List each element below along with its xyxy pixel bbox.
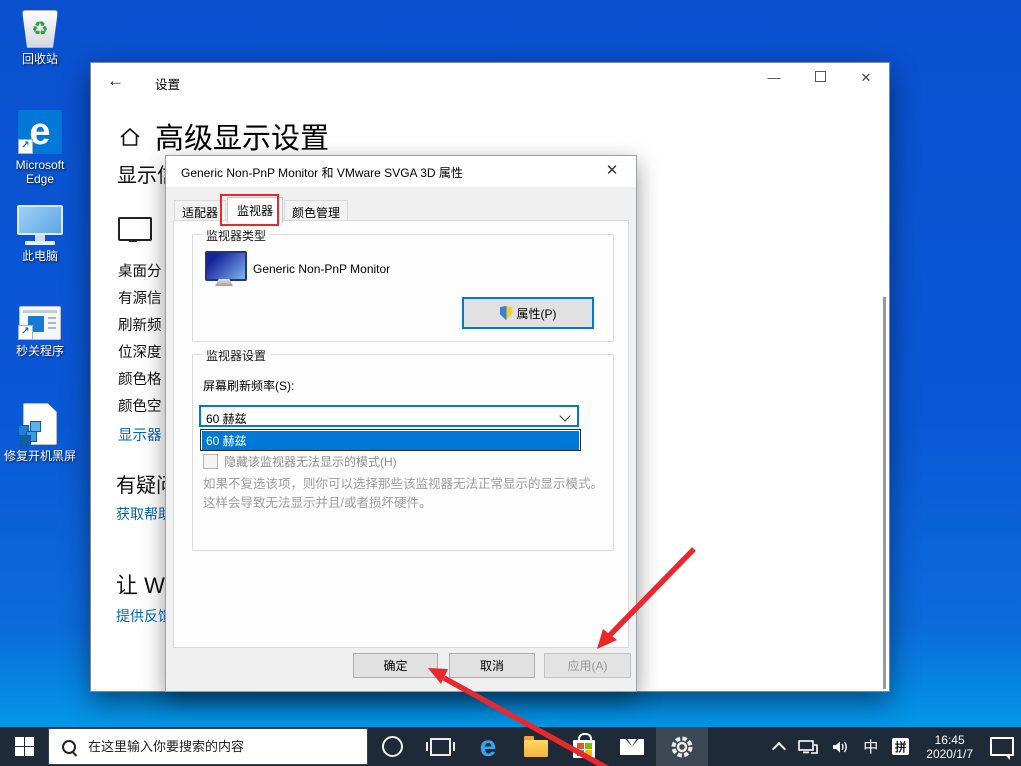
display-spec-row: 颜色格: [118, 372, 162, 388]
search-input[interactable]: [86, 738, 350, 755]
desktop-icon-quick-off-app[interactable]: ↗ 秒关程序: [0, 300, 80, 358]
monitor-device-name: Generic Non-PnP Monitor: [253, 262, 391, 276]
dialog-close-icon[interactable]: ✕: [602, 161, 622, 179]
desktop-icon-edge[interactable]: e ↗ Microsoft Edge: [0, 110, 80, 186]
app-window-icon: ↗: [18, 306, 62, 340]
annotation-red-box-monitor-tab: [220, 194, 279, 226]
display-adapter-link[interactable]: 显示器: [118, 424, 162, 445]
edge-icon: e: [479, 729, 497, 763]
properties-button[interactable]: 属性(P): [462, 297, 594, 329]
desktop-icon-label: 回收站: [21, 52, 58, 66]
groupbox-label: 监视器设置: [202, 347, 271, 364]
desktop-icon-recycle-bin[interactable]: ♻ 回收站: [0, 6, 80, 66]
warning-text: 如果不复选该项，则你可以选择那些该监视器无法正常显示的显示模式。 这样会导致无法…: [203, 477, 604, 510]
clock-date: 2020/1/7: [926, 746, 973, 761]
taskbar-clock[interactable]: 16:45 2020/1/7: [916, 727, 983, 766]
task-view-icon: [425, 737, 455, 756]
search-icon: [62, 739, 76, 754]
start-button[interactable]: [0, 727, 48, 766]
settings-window-title: 设置: [155, 78, 181, 92]
back-arrow-icon[interactable]: ←: [107, 71, 124, 91]
edge-icon: e ↗: [18, 110, 62, 154]
ok-button[interactable]: 确定: [353, 653, 438, 678]
display-spec-row: 位深度: [118, 345, 162, 361]
windows-logo-icon: [14, 737, 34, 756]
chevron-down-icon: [559, 410, 571, 422]
settings-taskbar-button-active[interactable]: [656, 727, 708, 766]
monitor-outline-icon: [118, 217, 152, 242]
display-spec-row: 有源信: [118, 291, 162, 307]
store-icon: [573, 733, 595, 758]
monitor-tab-panel: 监视器类型 Generic Non-PnP Monitor 属性(P) 监视器设…: [173, 220, 629, 648]
desktop-icon-label: 修复开机黑屏: [3, 449, 76, 463]
ime-language-indicator[interactable]: 中: [856, 727, 885, 766]
refresh-rate-combobox[interactable]: 60 赫兹: [199, 405, 579, 427]
system-tray: 中 拼 16:45 2020/1/7: [767, 727, 1021, 766]
monitor-properties-dialog: Generic Non-PnP Monitor 和 VMware SVGA 3D…: [165, 155, 637, 692]
display-spec-row: 颜色空: [118, 399, 162, 415]
hide-modes-checkbox: [203, 454, 218, 469]
volume-icon[interactable]: [825, 727, 856, 766]
give-feedback-link[interactable]: 提供反馈: [116, 606, 172, 626]
taskbar-edge-button[interactable]: e: [464, 727, 512, 766]
tray-chevron-up-icon[interactable]: [767, 727, 791, 766]
ime-mode-indicator[interactable]: 拼: [885, 727, 916, 766]
network-icon[interactable]: [791, 727, 825, 766]
monitor-device-icon: [205, 251, 247, 281]
feedback-heading: 让 Wi: [116, 573, 170, 598]
display-spec-row: 刷新频: [118, 318, 162, 334]
desktop-icon-label: 秒关程序: [15, 344, 64, 358]
monitor-type-groupbox: 监视器类型 Generic Non-PnP Monitor 属性(P): [192, 227, 614, 342]
action-center-icon: [990, 737, 1014, 760]
clock-time: 16:45: [934, 732, 965, 747]
cancel-button[interactable]: 取消: [449, 653, 535, 678]
desktop-icon-fix-black-screen[interactable]: 修复开机黑屏: [0, 401, 80, 463]
shortcut-arrow-icon: ↗: [18, 139, 33, 154]
desktop-icon-label: 此电脑: [21, 249, 58, 263]
action-center-button[interactable]: [983, 727, 1021, 766]
desktop-wallpaper: ♻ 回收站 e ↗ Microsoft Edge 此电脑 ↗ 秒关程序 修复开机…: [0, 0, 1021, 766]
cortana-icon: [381, 736, 403, 757]
hide-modes-row: 隐藏该监视器无法显示的模式(H): [203, 453, 397, 470]
dialog-titlebar: Generic Non-PnP Monitor 和 VMware SVGA 3D…: [166, 156, 636, 187]
desktop-icon-this-pc[interactable]: 此电脑: [0, 203, 80, 263]
close-button[interactable]: ✕: [843, 63, 889, 95]
microsoft-store-button[interactable]: [560, 727, 608, 766]
combobox-value: 60 赫兹: [206, 412, 247, 426]
cortana-button[interactable]: [368, 727, 416, 766]
settings-titlebar: ← 设置 — ✕: [91, 63, 889, 101]
mail-icon: [620, 738, 644, 755]
shortcut-arrow-icon: ↗: [18, 325, 33, 340]
recycle-bin-icon: ♻: [0, 10, 80, 48]
taskbar: e 中 拼 16:45 2020/1/7: [0, 727, 1021, 766]
desktop-icon-label: Microsoft Edge: [15, 158, 65, 186]
dropdown-option-60hz[interactable]: 60 赫兹: [202, 431, 579, 450]
mail-button[interactable]: [608, 727, 656, 766]
task-view-button[interactable]: [416, 727, 464, 766]
folder-icon: [524, 736, 548, 757]
gear-icon: [671, 736, 693, 757]
maximize-button[interactable]: [797, 63, 843, 95]
file-explorer-button[interactable]: [512, 727, 560, 766]
get-help-link[interactable]: 获取帮助: [116, 504, 172, 524]
dialog-title: Generic Non-PnP Monitor 和 VMware SVGA 3D…: [181, 166, 463, 180]
this-pc-icon: [0, 205, 80, 245]
display-spec-row: 桌面分: [118, 264, 162, 280]
home-icon: [120, 127, 140, 146]
uac-shield-icon: [499, 306, 513, 320]
taskbar-search-box[interactable]: [48, 728, 368, 765]
groupbox-label: 监视器类型: [202, 227, 271, 244]
page-title: 高级显示设置: [155, 123, 330, 155]
monitor-settings-groupbox: 监视器设置 屏幕刷新频率(S): 60 赫兹 60 赫兹 隐藏该监视器无法显示的…: [192, 347, 614, 551]
registry-file-icon: [0, 403, 80, 446]
scrollbar-thumb[interactable]: [883, 297, 886, 689]
hide-modes-label: 隐藏该监视器无法显示的模式(H): [224, 455, 397, 469]
refresh-rate-dropdown-list: 60 赫兹: [200, 429, 581, 451]
apply-button-disabled: 应用(A): [544, 653, 631, 678]
refresh-rate-label: 屏幕刷新频率(S):: [203, 379, 295, 393]
minimize-button[interactable]: —: [751, 63, 797, 95]
